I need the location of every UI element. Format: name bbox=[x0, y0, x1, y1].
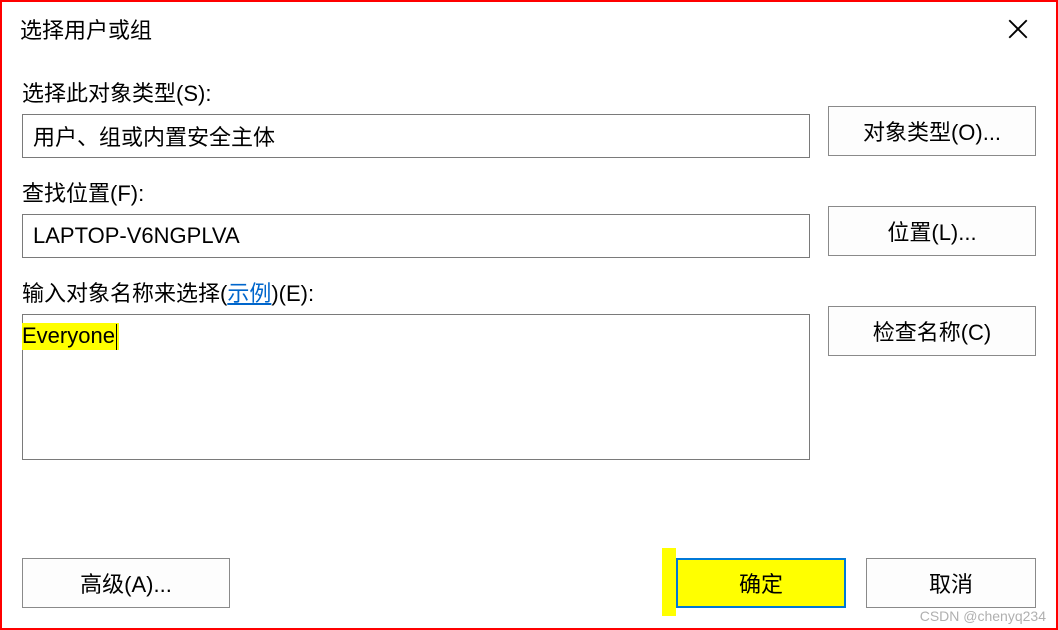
object-type-btn-col: 对象类型(O)... bbox=[828, 76, 1036, 156]
watermark: CSDN @chenyq234 bbox=[920, 608, 1046, 624]
names-row: 输入对象名称来选择(示例)(E): Everyone 检查名称(C) bbox=[22, 276, 1036, 460]
cancel-button[interactable]: 取消 bbox=[866, 558, 1036, 608]
examples-link[interactable]: 示例 bbox=[227, 281, 271, 306]
advanced-button[interactable]: 高级(A)... bbox=[22, 558, 230, 608]
object-type-field: 选择此对象类型(S): 用户、组或内置安全主体 bbox=[22, 76, 810, 158]
dialog-window: 选择用户或组 选择此对象类型(S): 用户、组或内置安全主体 对象类型(O)..… bbox=[0, 0, 1058, 630]
close-button[interactable] bbox=[998, 9, 1038, 49]
location-field: 查找位置(F): LAPTOP-V6NGPLVA bbox=[22, 176, 810, 258]
footer: 高级(A)... 确定 取消 bbox=[22, 558, 1036, 608]
names-label: 输入对象名称来选择(示例)(E): bbox=[22, 276, 810, 308]
object-type-row: 选择此对象类型(S): 用户、组或内置安全主体 对象类型(O)... bbox=[22, 76, 1036, 158]
check-names-button[interactable]: 检查名称(C) bbox=[828, 306, 1036, 356]
close-icon bbox=[1008, 19, 1028, 39]
names-label-suffix: )(E): bbox=[271, 281, 314, 306]
location-label: 查找位置(F): bbox=[22, 176, 810, 208]
names-input[interactable]: Everyone bbox=[22, 314, 810, 460]
names-label-prefix: 输入对象名称来选择( bbox=[22, 281, 227, 306]
object-type-label: 选择此对象类型(S): bbox=[22, 76, 810, 108]
footer-right: 确定 取消 bbox=[676, 558, 1036, 608]
object-types-button[interactable]: 对象类型(O)... bbox=[828, 106, 1036, 156]
location-btn-col: 位置(L)... bbox=[828, 176, 1036, 256]
check-names-btn-col: 检查名称(C) bbox=[828, 276, 1036, 356]
names-field: 输入对象名称来选择(示例)(E): Everyone bbox=[22, 276, 810, 460]
names-value: Everyone bbox=[22, 323, 119, 350]
location-row: 查找位置(F): LAPTOP-V6NGPLVA 位置(L)... bbox=[22, 176, 1036, 258]
object-type-value: 用户、组或内置安全主体 bbox=[22, 114, 810, 158]
ok-button[interactable]: 确定 bbox=[676, 558, 846, 608]
ok-highlight-wrap: 确定 bbox=[676, 558, 846, 608]
dialog-content: 选择此对象类型(S): 用户、组或内置安全主体 对象类型(O)... 查找位置(… bbox=[2, 56, 1056, 628]
window-title: 选择用户或组 bbox=[20, 13, 152, 45]
titlebar: 选择用户或组 bbox=[2, 2, 1056, 56]
locations-button[interactable]: 位置(L)... bbox=[828, 206, 1036, 256]
location-value: LAPTOP-V6NGPLVA bbox=[22, 214, 810, 258]
